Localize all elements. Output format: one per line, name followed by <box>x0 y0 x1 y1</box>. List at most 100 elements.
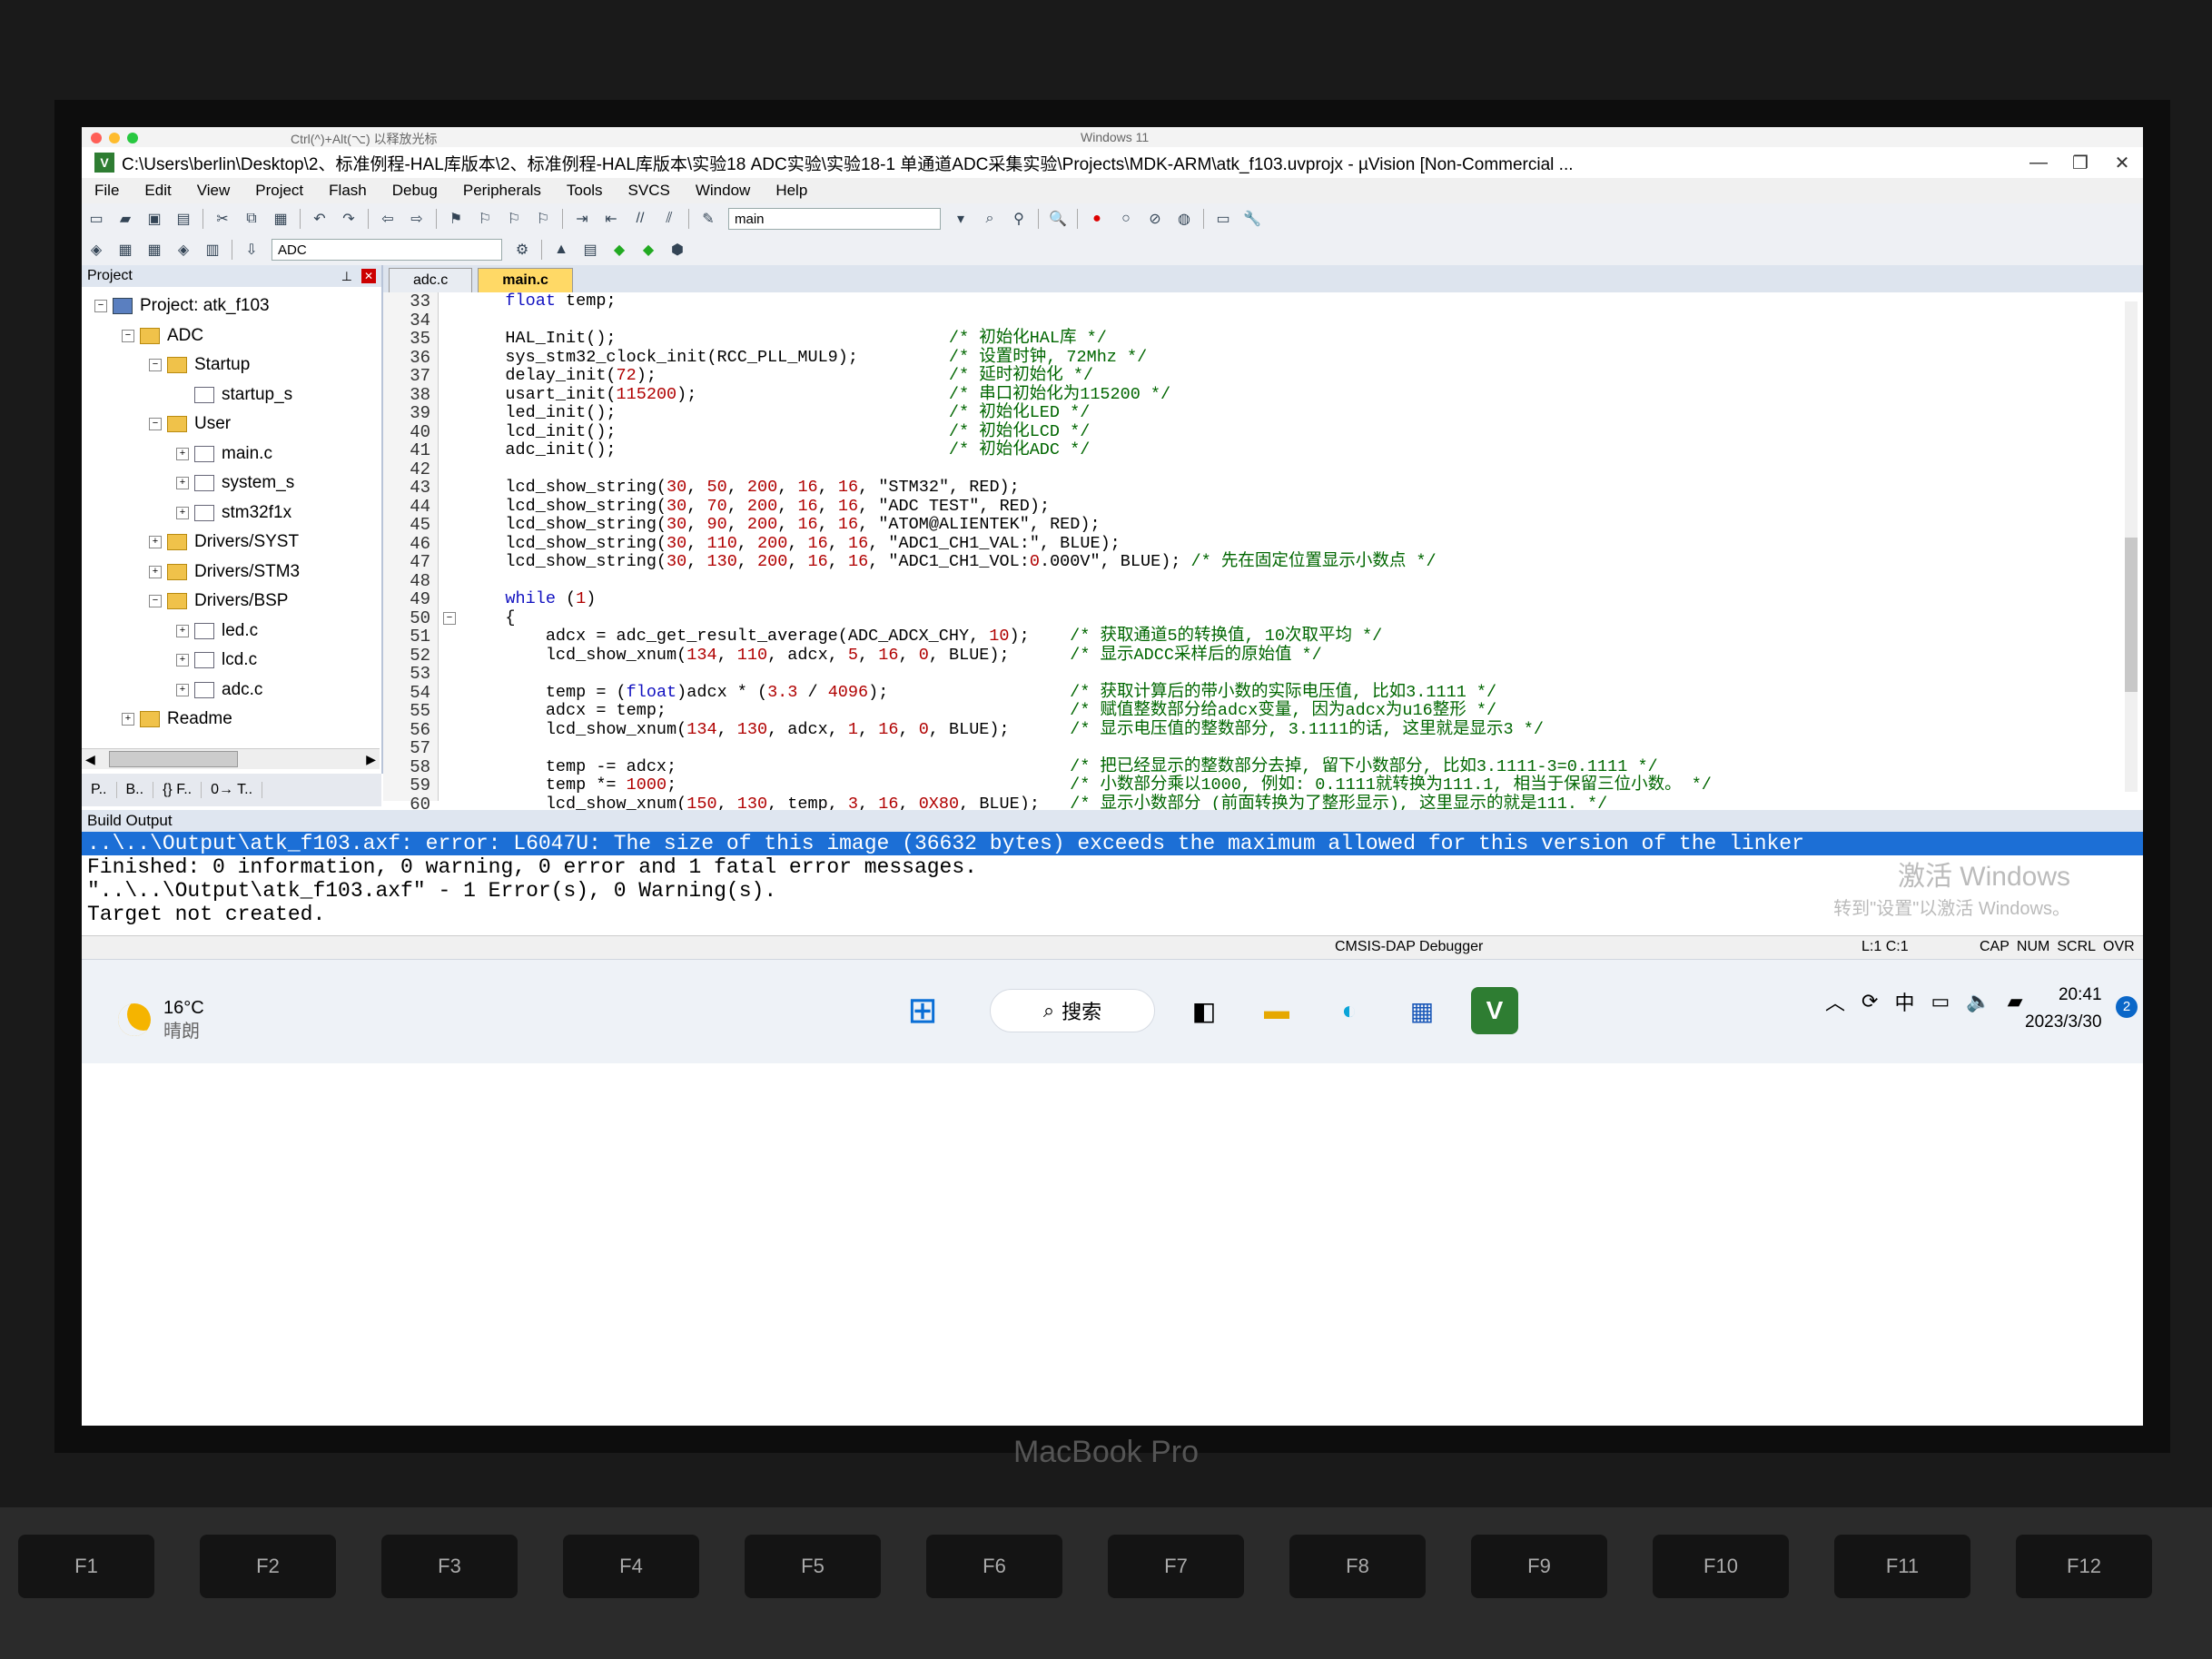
minimize-dot-icon[interactable] <box>109 133 120 143</box>
tree-item[interactable]: + main.c <box>176 440 272 468</box>
tree-item[interactable]: + adc.c <box>176 676 262 704</box>
code-line[interactable] <box>465 460 2118 479</box>
breakpoint-kill-icon[interactable]: ⊘ <box>1143 208 1167 230</box>
expand-toggle-icon[interactable]: + <box>149 536 162 548</box>
editor-tab-adc-c[interactable]: adc.c <box>389 268 473 292</box>
expand-toggle-icon[interactable]: − <box>149 359 162 371</box>
target-select[interactable]: ADC <box>272 239 502 261</box>
code-line[interactable]: lcd_show_xnum(134, 130, adcx, 1, 16, 0, … <box>465 720 2118 740</box>
comment-icon[interactable]: // <box>628 208 652 230</box>
cut-icon[interactable]: ✂ <box>211 208 234 230</box>
pin-icon[interactable]: ⊥ <box>341 269 352 284</box>
tree-item[interactable]: − Project: atk_f103 <box>94 292 270 320</box>
expand-toggle-icon[interactable]: + <box>149 565 162 578</box>
tree-item[interactable]: − ADC <box>122 322 203 350</box>
expand-toggle-icon[interactable]: + <box>176 654 189 667</box>
code-line[interactable]: lcd_init(); /* 初始化LCD */ <box>465 422 2118 442</box>
menu-item-project[interactable]: Project <box>242 182 316 200</box>
new-file-icon[interactable]: ▭ <box>84 208 108 230</box>
code-line[interactable]: lcd_show_string(30, 130, 200, 16, 16, "A… <box>465 552 2118 572</box>
code-text[interactable]: float temp; HAL_Init(); /* 初始化HAL库 */ sy… <box>465 291 2118 905</box>
uvision-taskbar-icon[interactable]: V <box>1471 987 1518 1034</box>
project-panel-tab[interactable]: {} F.. <box>153 782 202 798</box>
battery-icon[interactable]: ▰ <box>2008 990 2023 1013</box>
uncomment-icon[interactable]: ⫽ <box>657 208 681 230</box>
tree-item[interactable]: + lcd.c <box>176 647 257 674</box>
fold-toggle-icon[interactable]: − <box>443 612 456 625</box>
code-line[interactable]: lcd_show_string(30, 90, 200, 16, 16, "AT… <box>465 515 2118 535</box>
tree-item[interactable]: − Drivers/BSP <box>149 588 288 615</box>
code-line[interactable] <box>465 739 2118 758</box>
menu-item-tools[interactable]: Tools <box>554 182 616 200</box>
build-icon[interactable]: ▦ <box>114 239 137 261</box>
code-line[interactable]: adcx = temp; /* 赋值整数部分给adcx变量, 因为adcx为u1… <box>465 701 2118 721</box>
window-layout-icon[interactable]: ▭ <box>1211 208 1235 230</box>
menu-item-file[interactable]: File <box>82 182 132 200</box>
build-error-line[interactable]: ..\..\Output\atk_f103.axf: error: L6047U… <box>82 832 2143 855</box>
project-panel-tab[interactable]: P.. <box>82 782 117 798</box>
indent-icon[interactable]: ⇥ <box>570 208 594 230</box>
expand-toggle-icon[interactable]: − <box>149 595 162 607</box>
code-line[interactable]: float temp; <box>465 291 2118 311</box>
expand-toggle-icon[interactable]: − <box>122 329 134 342</box>
download-icon[interactable]: ⇩ <box>240 239 263 261</box>
open-folder-icon[interactable]: ▰ <box>114 208 137 230</box>
menu-item-edit[interactable]: Edit <box>132 182 183 200</box>
tree-item[interactable]: + stm32f1x <box>176 499 291 527</box>
code-line[interactable]: temp = (float)adcx * (3.3 / 4096); /* 获取… <box>465 683 2118 703</box>
tree-item[interactable]: + Drivers/STM3 <box>149 558 300 586</box>
find-in-files-icon[interactable]: ✎ <box>696 208 720 230</box>
bookmark-icon[interactable]: ⚑ <box>444 208 468 230</box>
start-debug-icon[interactable]: 🔍 <box>1046 208 1070 230</box>
find-icon[interactable]: ▾ <box>949 208 973 230</box>
menu-item-help[interactable]: Help <box>763 182 820 200</box>
expand-toggle-icon[interactable]: + <box>176 624 189 637</box>
tree-item[interactable]: + Drivers/SYST <box>149 528 299 556</box>
start-icon[interactable]: ⊞ <box>899 987 946 1034</box>
code-line[interactable]: adcx = adc_get_result_average(ADC_ADCX_C… <box>465 627 2118 647</box>
close-icon[interactable]: ✕ <box>2101 152 2143 174</box>
bookmark-clear-icon[interactable]: ⚐ <box>531 208 555 230</box>
code-line[interactable] <box>465 311 2118 331</box>
minimize-icon[interactable]: — <box>2018 153 2059 173</box>
taskbar-search[interactable]: ⌕ 搜索 <box>990 989 1155 1032</box>
file-explorer-icon[interactable]: ▬ <box>1253 987 1300 1034</box>
notification-badge[interactable]: 2 <box>2116 996 2138 1018</box>
expand-toggle-icon[interactable]: − <box>149 418 162 430</box>
code-line[interactable] <box>465 665 2118 684</box>
stop-build-icon[interactable]: ▥ <box>201 239 224 261</box>
undo-icon[interactable]: ↶ <box>308 208 331 230</box>
save-all-icon[interactable]: ▤ <box>172 208 195 230</box>
code-line[interactable]: sys_stm32_clock_init(RCC_PLL_MUL9); /* 设… <box>465 348 2118 368</box>
rebuild-icon[interactable]: ▦ <box>143 239 166 261</box>
configure-icon[interactable]: 🔧 <box>1240 208 1264 230</box>
code-line[interactable]: usart_init(115200); /* 串口初始化为115200 */ <box>465 385 2118 405</box>
tree-item[interactable]: + Readme <box>122 706 232 733</box>
runtime-env-icon[interactable]: ⬢ <box>666 239 689 261</box>
code-line[interactable]: led_init(); /* 初始化LED */ <box>465 403 2118 423</box>
project-panel-tab[interactable]: B.. <box>117 782 154 798</box>
network-icon[interactable]: ▭ <box>1931 990 1950 1013</box>
expand-toggle-icon[interactable]: + <box>122 713 134 726</box>
save-icon[interactable]: ▣ <box>143 208 166 230</box>
task-view-icon[interactable]: ◧ <box>1180 987 1228 1034</box>
sync-icon[interactable]: ⟳ <box>1861 990 1878 1013</box>
close-dot-icon[interactable] <box>91 133 102 143</box>
copy-icon[interactable]: ⧉ <box>240 208 263 230</box>
find-combo[interactable]: main <box>728 208 941 230</box>
tree-item[interactable]: startup_s <box>176 381 292 409</box>
maximize-icon[interactable]: ❐ <box>2059 152 2101 174</box>
tree-item[interactable]: − Startup <box>149 351 250 379</box>
menu-item-peripherals[interactable]: Peripherals <box>450 182 554 200</box>
chevron-up-icon[interactable]: ︿ <box>1825 987 1845 1016</box>
paste-icon[interactable]: ▦ <box>269 208 292 230</box>
edge-icon[interactable]: ◐ <box>1326 987 1373 1034</box>
bookmark-next-icon[interactable]: ⚐ <box>502 208 526 230</box>
tree-item[interactable]: + led.c <box>176 617 258 645</box>
code-line[interactable]: while (1) <box>465 589 2118 609</box>
bookmark-prev-icon[interactable]: ⚐ <box>473 208 497 230</box>
unindent-icon[interactable]: ⇤ <box>599 208 623 230</box>
code-line[interactable]: temp *= 1000; /* 小数部分乘以1000, 例如: 0.1111就… <box>465 775 2118 795</box>
breakpoint-disable-icon[interactable]: ○ <box>1114 208 1138 230</box>
incremental-find-icon[interactable]: ⌕ <box>978 208 1002 230</box>
